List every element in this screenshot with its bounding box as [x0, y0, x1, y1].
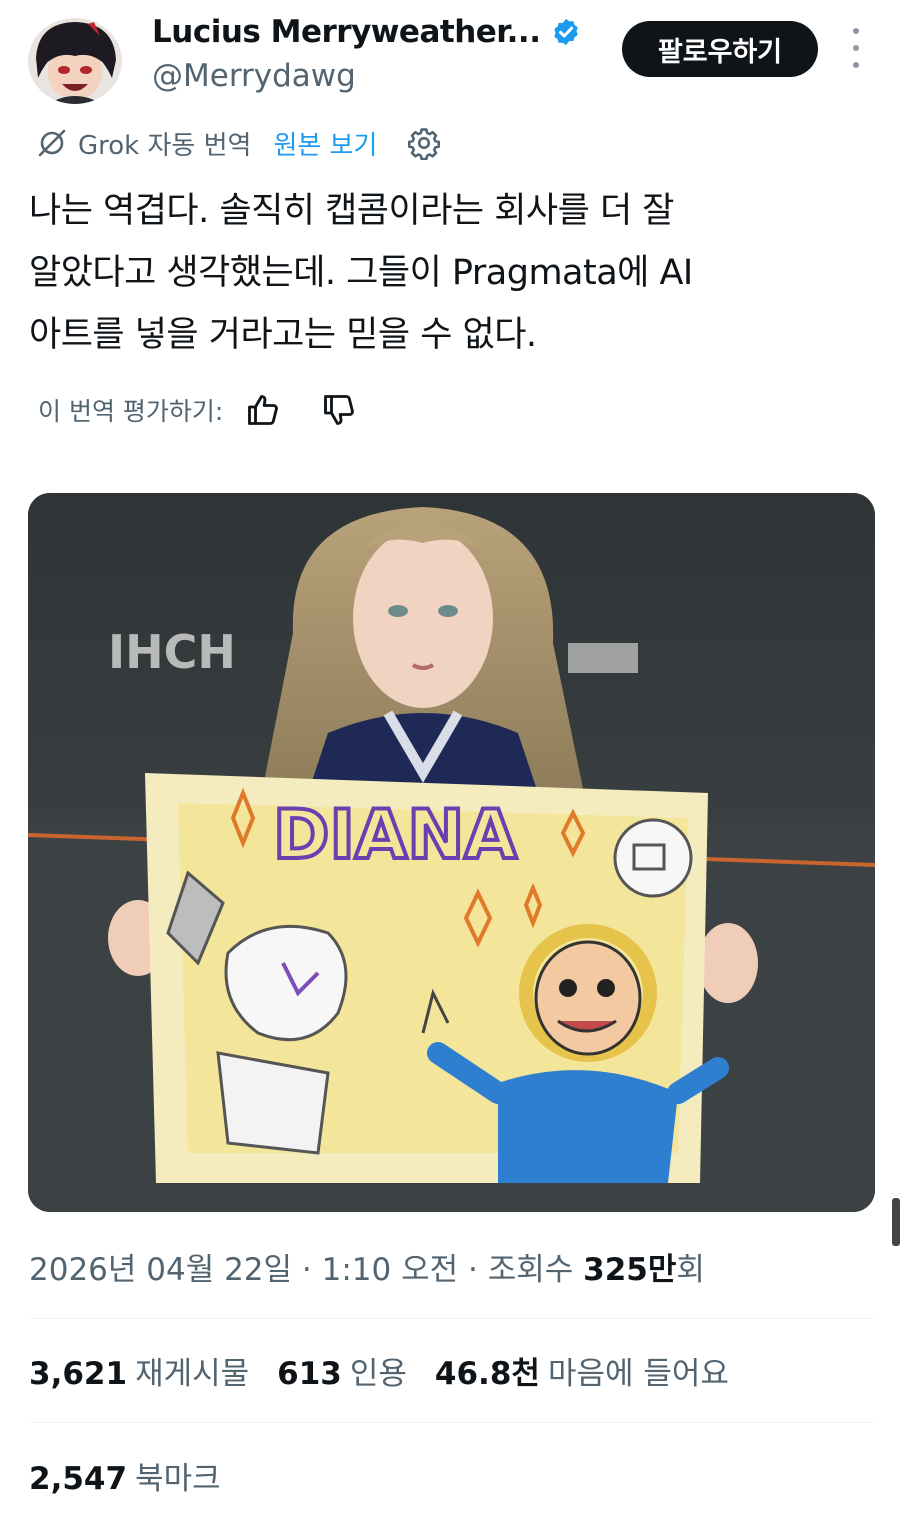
- thumbs-up-icon[interactable]: [245, 392, 281, 428]
- gear-icon[interactable]: [407, 126, 441, 160]
- divider: [29, 1422, 875, 1423]
- tweet-metadata: 2026년 04월 22일 · 1:10 오전 · 조회수 325만회: [29, 1244, 705, 1289]
- quotes-label: 인용: [349, 1356, 407, 1392]
- tweet-image[interactable]: IHCH DIANA: [28, 493, 875, 1212]
- engagement-stats: 3,621 재게시물 613 인용 46.8천 마음에 들어요: [29, 1348, 757, 1393]
- name-row: Lucius Merryweather...: [152, 14, 581, 50]
- verified-badge-icon: [553, 18, 578, 46]
- bookmarks-stat[interactable]: 2,547 북마크: [29, 1453, 221, 1498]
- tweet-text-line: 아트를 넣을 거라고는 믿을 수 없다.: [29, 315, 537, 355]
- likes-label: 마음에 들어요: [547, 1356, 729, 1392]
- separator-dot: ·: [468, 1252, 488, 1288]
- tweet-time[interactable]: 1:10 오전: [322, 1252, 459, 1288]
- reposts-stat[interactable]: 3,621 재게시물: [29, 1348, 249, 1393]
- avatar-image: [28, 18, 122, 104]
- likes-count: 46.8천: [434, 1356, 540, 1392]
- reposts-count: 3,621: [29, 1356, 128, 1392]
- tweet-text-line: 나는 역겹다. 솔직히 캡콤이라는 회사를 더 잘: [29, 191, 674, 231]
- more-options-icon[interactable]: [846, 28, 866, 68]
- divider: [29, 1318, 875, 1319]
- tweet-text: 나는 역겹다. 솔직히 캡콤이라는 회사를 더 잘 알았다고 생각했는데. 그들…: [29, 180, 849, 366]
- rate-translation-row: 이 번역 평가하기:: [38, 388, 357, 432]
- bookmarks-count: 2,547: [29, 1461, 128, 1497]
- views-count: 325만: [583, 1252, 677, 1288]
- scrollbar-thumb[interactable]: [892, 1198, 900, 1246]
- grok-translation-label: Grok 자동 번역: [78, 130, 252, 161]
- quotes-stat[interactable]: 613 인용: [277, 1348, 407, 1393]
- reposts-label: 재게시물: [135, 1356, 250, 1392]
- quotes-count: 613: [277, 1356, 342, 1392]
- bookmarks-label: 북마크: [135, 1461, 221, 1497]
- follow-button[interactable]: 팔로우하기: [622, 21, 818, 77]
- tweet-text-line: 알았다고 생각했는데. 그들이 Pragmata에 AI: [29, 253, 693, 293]
- show-original-link[interactable]: 원본 보기: [273, 125, 377, 162]
- wall-lettering: IHCH: [108, 625, 236, 679]
- user-handle[interactable]: @Merrydawg: [152, 58, 356, 94]
- thumbs-down-icon[interactable]: [321, 392, 357, 428]
- separator-dot: ·: [301, 1252, 322, 1288]
- views-suffix: 회: [676, 1252, 705, 1288]
- tweet-header: Lucius Merryweather... @Merrydawg 팔로우하기: [0, 0, 900, 110]
- grok-icon: [38, 129, 66, 157]
- tweet-date[interactable]: 2026년 04월 22일: [29, 1252, 292, 1288]
- avatar[interactable]: [28, 18, 122, 104]
- rate-translation-label: 이 번역 평가하기:: [38, 397, 224, 426]
- views-label: 조회수: [487, 1252, 574, 1288]
- photo-girl-holding-drawing: IHCH DIANA: [28, 493, 875, 1212]
- translation-bar: Grok 자동 번역 원본 보기: [36, 122, 441, 164]
- likes-stat[interactable]: 46.8천 마음에 들어요: [435, 1348, 729, 1393]
- drawing-name-lettering: DIANA: [273, 796, 517, 875]
- display-name[interactable]: Lucius Merryweather...: [152, 14, 541, 50]
